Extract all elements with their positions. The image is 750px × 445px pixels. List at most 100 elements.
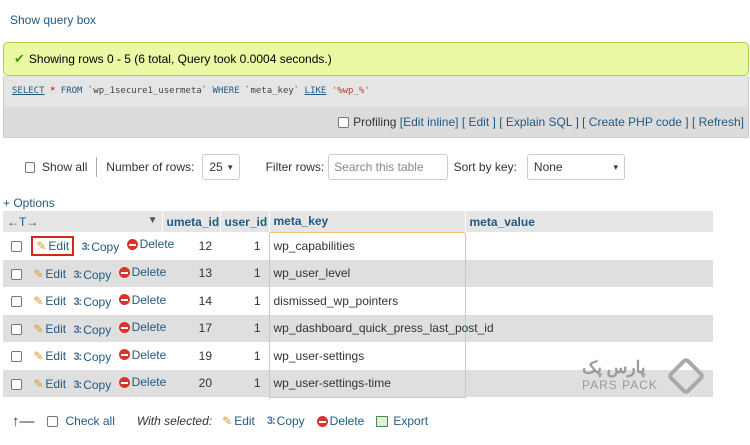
cell-umeta-id[interactable]: 14 [162, 287, 220, 315]
copy-action[interactable]: 3: Copy [81, 240, 119, 254]
cell-user-id[interactable]: 1 [220, 232, 269, 260]
delete-label[interactable]: Delete [132, 265, 167, 279]
refresh-link[interactable]: [ Refresh] [692, 115, 744, 129]
delete-action[interactable]: Delete [118, 375, 167, 389]
check-all-checkbox[interactable] [46, 415, 58, 427]
delete-action[interactable]: Delete [118, 320, 167, 334]
header-umeta-id[interactable]: umeta_id [162, 211, 221, 232]
cell-user-id[interactable]: 1 [220, 314, 269, 342]
header-meta-key[interactable]: meta_key [269, 211, 466, 232]
edit-action[interactable]: ✎ Edit [33, 377, 66, 391]
create-php-code-link[interactable]: [ Create PHP code ] [582, 115, 689, 129]
cell-umeta-id[interactable]: 17 [162, 314, 220, 342]
delete-action[interactable]: Delete [126, 237, 175, 251]
copy-label[interactable]: Copy [83, 323, 111, 337]
number-of-rows-select[interactable]: 25 ▾ [202, 154, 240, 180]
profiling-checkbox[interactable] [338, 116, 350, 128]
row-checkbox[interactable] [11, 268, 22, 280]
row-actions: ✎ Edit 3: Copy Delete [3, 314, 166, 342]
row-checkbox[interactable] [11, 351, 22, 363]
copy-label[interactable]: Copy [91, 240, 119, 254]
edit-label[interactable]: Edit [48, 239, 69, 253]
cell-umeta-id[interactable]: 13 [162, 259, 220, 287]
row-actions: ✎ Edit 3: Copy Delete [3, 287, 166, 315]
check-all-label[interactable]: Check all [66, 414, 115, 428]
sort-by-key-select[interactable]: None ▾ [526, 154, 625, 180]
cell-meta-value[interactable] [465, 232, 713, 260]
table-header-row: ←T→ ▼ umeta_id user_id meta_key meta_val… [3, 211, 714, 232]
delete-action[interactable]: Delete [118, 265, 167, 279]
cell-meta-value[interactable] [465, 287, 713, 315]
filter-rows-label: Filter rows: [265, 160, 325, 174]
edit-label[interactable]: Edit [45, 294, 66, 308]
cell-user-id[interactable]: 1 [220, 259, 269, 287]
cell-user-id[interactable]: 1 [220, 369, 269, 397]
copy-label[interactable]: Copy [83, 295, 111, 309]
bulk-export-button[interactable]: Export [376, 414, 428, 428]
sort-dropdown-icon[interactable]: ▼ [148, 215, 158, 226]
copy-label[interactable]: Copy [83, 350, 111, 364]
delete-label[interactable]: Delete [132, 320, 167, 334]
column-arrows-header[interactable]: ←T→ ▼ [3, 211, 163, 232]
edit-inline-link[interactable]: [Edit inline] [400, 115, 459, 129]
bulk-copy-label[interactable]: Copy [277, 414, 305, 428]
copy-action[interactable]: 3: Copy [73, 378, 111, 392]
bulk-edit-button[interactable]: ✎ Edit [222, 414, 255, 428]
copy-action[interactable]: 3: Copy [73, 350, 111, 364]
edit-action[interactable]: ✎ Edit [31, 235, 75, 256]
cell-meta-key[interactable]: wp_user-settings [268, 342, 466, 370]
copy-action[interactable]: 3: Copy [73, 268, 111, 282]
edit-label[interactable]: Edit [45, 377, 66, 391]
bulk-edit-label[interactable]: Edit [234, 414, 255, 428]
cell-user-id[interactable]: 1 [220, 342, 269, 370]
bulk-delete-label[interactable]: Delete [330, 414, 365, 428]
cell-meta-value[interactable] [465, 259, 713, 287]
delete-icon [126, 238, 138, 250]
cell-meta-key[interactable]: wp_dashboard_quick_press_last_post_id [268, 314, 494, 342]
cell-meta-key[interactable]: dismissed_wp_pointers [268, 287, 466, 315]
delete-action[interactable]: Delete [118, 293, 167, 307]
bulk-delete-button[interactable]: Delete [316, 414, 365, 428]
delete-label[interactable]: Delete [140, 237, 175, 251]
cell-user-id[interactable]: 1 [220, 287, 269, 315]
edit-action[interactable]: ✎ Edit [33, 349, 66, 363]
row-checkbox[interactable] [11, 323, 22, 335]
edit-action[interactable]: ✎ Edit [33, 294, 66, 308]
copy-label[interactable]: Copy [83, 268, 111, 282]
delete-label[interactable]: Delete [132, 348, 167, 362]
copy-action[interactable]: 3: Copy [73, 323, 111, 337]
header-user-id[interactable]: user_id [220, 211, 270, 232]
row-checkbox[interactable] [11, 378, 22, 390]
row-checkbox[interactable] [11, 296, 22, 308]
cell-meta-key[interactable]: wp_user-settings-time [268, 369, 466, 398]
cell-umeta-id[interactable]: 19 [162, 342, 220, 370]
copy-label[interactable]: Copy [83, 378, 111, 392]
copy-action[interactable]: 3: Copy [73, 295, 111, 309]
bulk-export-label[interactable]: Export [393, 414, 428, 428]
row-checkbox[interactable] [11, 241, 22, 253]
show-all-checkbox[interactable] [25, 161, 36, 173]
resize-arrows-icon[interactable]: ←T→ [7, 215, 38, 229]
cell-meta-key[interactable]: wp_user_level [268, 259, 466, 287]
explain-sql-link[interactable]: [ Explain SQL ] [499, 115, 579, 129]
edit-action[interactable]: ✎ Edit [33, 267, 66, 281]
export-icon [376, 415, 389, 427]
edit-sql-link[interactable]: [ Edit ] [462, 115, 496, 129]
delete-label[interactable]: Delete [132, 375, 167, 389]
edit-label[interactable]: Edit [45, 349, 66, 363]
header-meta-value[interactable]: meta_value [465, 211, 714, 232]
cell-meta-key[interactable]: wp_capabilities [268, 231, 466, 260]
delete-action[interactable]: Delete [118, 348, 167, 362]
delete-icon [118, 294, 130, 305]
filter-rows-input[interactable]: Search this table [328, 154, 448, 180]
show-query-box-link[interactable]: Show query box [10, 13, 96, 27]
options-link[interactable]: + Options [3, 196, 55, 210]
bulk-copy-button[interactable]: 3: Copy [267, 414, 305, 428]
edit-label[interactable]: Edit [45, 322, 66, 336]
sql-select[interactable]: SELECT [12, 86, 45, 96]
edit-action[interactable]: ✎ Edit [33, 322, 66, 336]
cell-meta-value[interactable] [465, 314, 713, 342]
edit-label[interactable]: Edit [45, 267, 66, 281]
cell-umeta-id[interactable]: 20 [162, 369, 220, 397]
delete-label[interactable]: Delete [132, 293, 167, 307]
